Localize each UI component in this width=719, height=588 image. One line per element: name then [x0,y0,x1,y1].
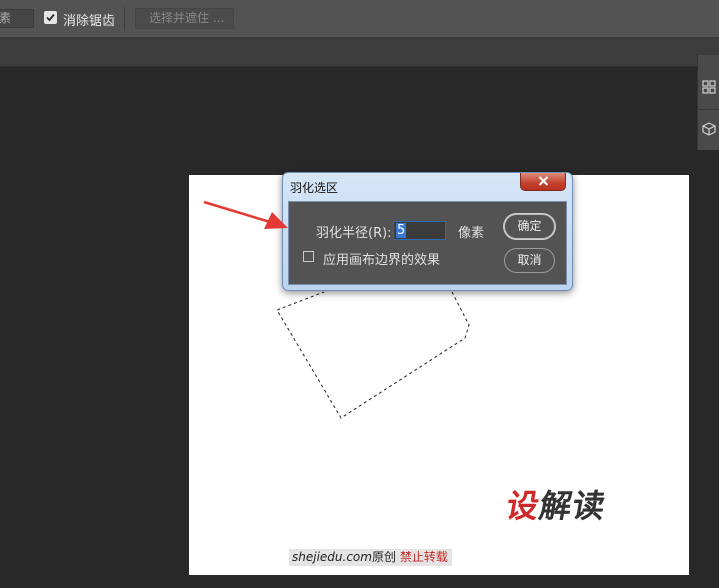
apply-edge-label: 应用画布边界的效果 [323,253,441,268]
anti-alias-label: 消除锯齿 [63,14,116,29]
feather-unit-text: 素 [0,11,12,25]
libraries-panel-icon[interactable] [702,79,716,94]
feather-radius-value: 5 [396,223,407,238]
check-icon [46,13,55,22]
select-and-mask-button[interactable]: 选择并遮住 ... [135,8,234,29]
dialog-close-button[interactable] [520,173,566,191]
close-icon [538,176,549,186]
ok-button[interactable]: 确定 [504,214,555,239]
watermark-url: shejiedu.com原创 禁止转载 [289,549,452,566]
watermark-notice: 禁止转载 [399,550,448,564]
collapsed-panel-dock [697,55,719,150]
feather-radius-label: 羽化半径(R): [316,226,392,241]
unit-label: 像素 [458,226,485,241]
watermark-site: shejiedu.com [292,550,372,564]
cancel-button[interactable]: 取消 [504,248,555,273]
document-tab-strip [0,38,719,67]
feather-radius-input[interactable]: 5 [393,221,446,240]
options-bar: 素 消除锯齿 选择并遮住 ... [0,0,719,38]
panel-divider [698,109,719,110]
anti-alias-checkbox[interactable] [44,11,57,24]
apply-edge-checkbox[interactable] [303,251,314,262]
feather-field[interactable]: 素 [0,9,34,28]
watermark-logo: 设解读 [503,481,610,527]
feather-selection-dialog: 羽化选区 羽化半径(R): 5 像素 确定 取消 应用画布边界的效果 [282,172,573,291]
3d-panel-icon[interactable] [702,121,716,136]
dialog-body: 羽化半径(R): 5 像素 确定 取消 应用画布边界的效果 [288,201,567,285]
dialog-title: 羽化选区 [290,181,339,195]
toolbar-divider [124,7,125,31]
watermark-logo-part2: 解读 [536,487,610,525]
watermark-original: 原创 [371,550,396,564]
